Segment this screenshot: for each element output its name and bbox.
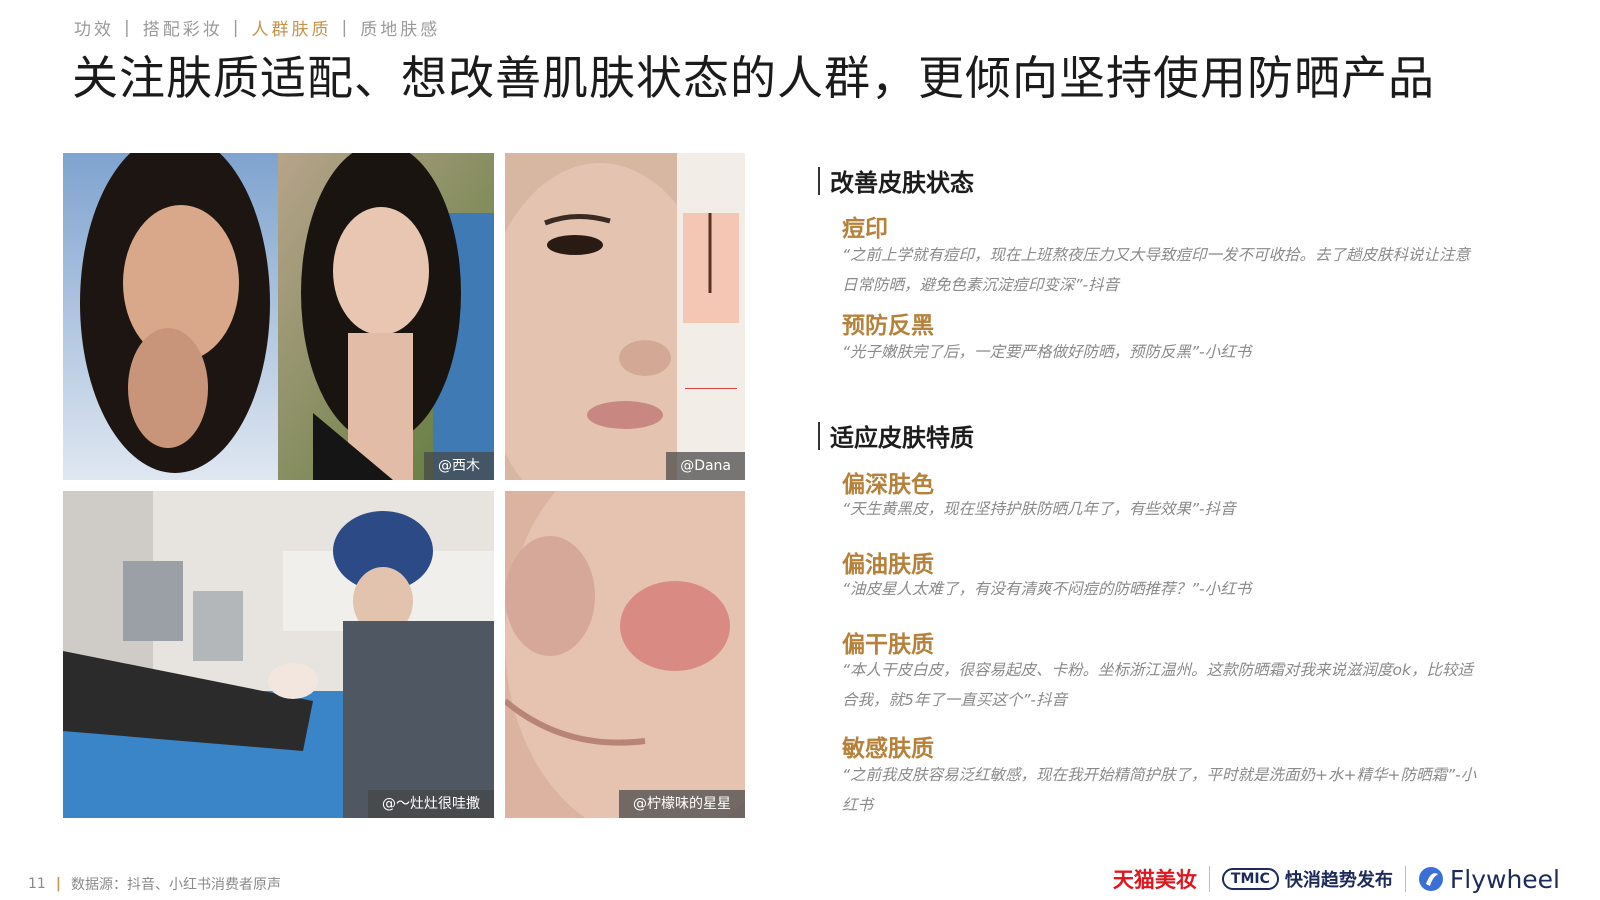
photo-credit: @Dana <box>666 452 745 480</box>
quote-dry-skin: “本人干皮白皮，很容易起皮、卡粉。坐标浙江温州。这款防晒霜对我来说滋润度ok，比… <box>842 661 1473 709</box>
footer-divider: | <box>55 876 61 892</box>
label-prevent-darkening: 预防反黑 <box>842 313 934 339</box>
quote-oily-skin: “油皮星人太难了，有没有清爽不闷痘的防晒推荐？”-小红书 <box>842 580 1252 598</box>
nav-divider: | <box>232 17 242 38</box>
nav-item-texture[interactable]: 质地肤感 <box>360 15 440 40</box>
nav-item-skin-type[interactable]: 人群肤质 <box>251 15 331 40</box>
quote-acne-marks: “之前上学就有痘印，现在上班熬夜压力又大导致痘印一发不可收拾。去了趟皮肤科说让注… <box>842 246 1471 294</box>
photo-portraits: @西木 <box>63 153 494 480</box>
heading-bar <box>818 166 820 195</box>
nav-divider: | <box>124 17 133 38</box>
page-title: 关注肤质适配、想改善肌肤状态的人群，更倾向坚持使用防晒产品 <box>72 51 1435 105</box>
heading-bar <box>818 421 820 450</box>
data-source: 数据源：抖音、小红书消费者原声 <box>70 877 281 893</box>
tmic-logo: TMIC 快消趋势发布 <box>1221 866 1393 892</box>
photo-credit: @～灶灶很哇撒 <box>368 790 494 818</box>
section-heading-text: 改善皮肤状态 <box>830 169 974 197</box>
section-heading-adapt: 适应皮肤特质 <box>818 418 974 453</box>
logo-divider <box>1404 866 1406 892</box>
nav-item-makeup[interactable]: 搭配彩妆 <box>143 15 223 40</box>
photo-clinic-treatment: @～灶灶很哇撒 <box>63 491 494 818</box>
section-heading-improve: 改善皮肤状态 <box>818 163 974 198</box>
nav-divider: | <box>341 17 351 38</box>
label-dry-skin: 偏干肤质 <box>842 632 934 658</box>
flywheel-mark-icon <box>1418 867 1443 891</box>
flywheel-logo: Flywheel <box>1418 865 1560 894</box>
nav-item-efficacy[interactable]: 功效 <box>74 15 114 40</box>
footer-source: 11 | 数据源：抖音、小红书消费者原声 <box>28 874 281 894</box>
photo-sensitive-skin: @柠檬味的星星 <box>505 491 745 818</box>
photo-credit: @西木 <box>424 452 494 480</box>
flywheel-text: Flywheel <box>1449 864 1560 894</box>
section-heading-text: 适应皮肤特质 <box>830 424 974 452</box>
tmic-badge: TMIC <box>1221 868 1279 890</box>
photo-credit: @柠檬味的星星 <box>619 790 745 818</box>
quote-prevent-darkening: “光子嫩肤完了后，一定要严格做好防晒，预防反黑”-小红书 <box>842 343 1252 361</box>
brand-logos: 天猫美妆 TMIC 快消趋势发布 Flywheel <box>1113 862 1560 896</box>
tmic-text: 快消趋势发布 <box>1284 870 1393 891</box>
photo-acne-closeup: @Dana <box>505 153 745 480</box>
tmall-beauty-logo: 天猫美妆 <box>1112 868 1197 892</box>
label-sensitive-skin: 敏感肤质 <box>842 736 934 762</box>
quote-dark-skin: “天生黄黑皮，现在坚持护肤防晒几年了，有些效果”-抖音 <box>842 500 1236 518</box>
label-acne-marks: 痘印 <box>842 216 888 242</box>
section-nav: 功效 | 搭配彩妆 | 人群肤质 | 质地肤感 <box>74 15 440 41</box>
page-number: 11 <box>28 876 46 892</box>
logo-divider <box>1208 866 1210 892</box>
quote-sensitive-skin: “之前我皮肤容易泛红敏感，现在我开始精简护肤了，平时就是洗面奶+水+精华+防晒霜… <box>842 766 1477 814</box>
